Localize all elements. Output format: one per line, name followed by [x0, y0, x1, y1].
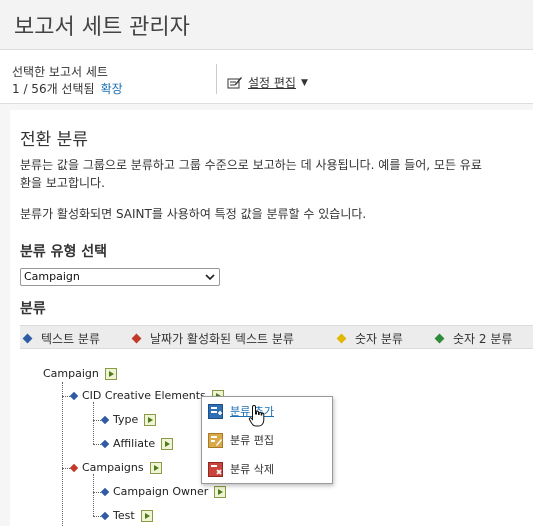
node-menu-arrow-icon[interactable]	[144, 413, 157, 426]
tree-node-label: Campaigns	[82, 461, 144, 474]
tree-connector	[62, 382, 63, 526]
tree-connector	[93, 444, 101, 445]
legend-numeric-classification: 숫자 분류	[336, 330, 403, 347]
edit-settings-button[interactable]: 설정 편집 ▼	[227, 74, 308, 91]
blue-diamond-icon	[22, 333, 33, 344]
blue-diamond-icon	[100, 487, 110, 496]
classification-type-value: Campaign	[24, 270, 80, 283]
tree-node: Campaigns	[69, 461, 162, 474]
tree-node-label: Campaign	[43, 367, 99, 380]
add-classification-icon	[208, 403, 223, 419]
tree-connector	[62, 468, 70, 469]
tree-node-label: Test	[113, 509, 135, 522]
node-menu-arrow-icon[interactable]	[104, 367, 117, 380]
blue-diamond-icon	[100, 415, 110, 424]
edit-settings-icon	[227, 77, 242, 89]
tree-node-label: CID Creative Elements	[82, 389, 206, 402]
description-line-1: 분류는 값을 그룹으로 분류하고 그룹 수준으로 보고하는 데 사용됩니다. 예…	[20, 158, 482, 172]
node-context-menu: 분류 추가 분류 편집 분류 삭제	[201, 396, 333, 484]
page-title: 보고서 세트 관리자	[14, 15, 190, 40]
expand-link[interactable]: 확장	[101, 82, 123, 96]
description-paragraph: 분류는 값을 그룹으로 분류하고 그룹 수준으로 보고하는 데 사용됩니다. 예…	[20, 156, 533, 192]
menu-item-label: 분류 삭제	[230, 463, 274, 476]
node-menu-arrow-icon[interactable]	[149, 461, 162, 474]
tree-connector	[62, 396, 70, 397]
node-menu-arrow-icon[interactable]	[140, 509, 153, 522]
tree-node-root: Campaign	[43, 367, 117, 380]
delete-classification-menu-item[interactable]: 분류 삭제	[208, 458, 328, 480]
legend-date-text-classification: 날짜가 활성화된 텍스트 분류	[131, 330, 294, 347]
edit-settings-label: 설정 편집	[248, 76, 296, 90]
selected-suites-label: 선택한 보고서 세트	[12, 65, 108, 79]
legend-label: 텍스트 분류	[41, 332, 101, 346]
add-classification-menu-item[interactable]: 분류 추가	[208, 400, 328, 422]
page-header: 보고서 세트 관리자	[0, 0, 533, 50]
legend-label: 날짜가 활성화된 텍스트 분류	[150, 332, 294, 346]
node-menu-arrow-icon[interactable]	[214, 485, 227, 498]
tree-node-label: Campaign Owner	[113, 485, 209, 498]
tree-node-label: Affiliate	[113, 437, 156, 450]
red-diamond-icon	[69, 463, 79, 472]
blue-diamond-icon	[100, 511, 110, 520]
blue-diamond-icon	[69, 391, 79, 400]
type-select-heading: 분류 유형 선택	[20, 244, 108, 260]
legend-text-classification: 텍스트 분류	[22, 330, 100, 347]
tree-connector	[93, 516, 101, 517]
tree-node: Affiliate	[100, 437, 174, 450]
classification-heading: 분류	[20, 301, 46, 317]
legend-label: 숫자 분류	[355, 332, 403, 346]
tree-node-label: Type	[113, 413, 139, 426]
blue-diamond-icon	[100, 439, 110, 448]
tree-connector	[93, 402, 94, 444]
delete-classification-icon	[208, 461, 223, 477]
selected-count: 1 / 56개 선택됨 확장	[12, 80, 123, 97]
legend-label: 숫자 2 분류	[453, 332, 513, 346]
chevron-down-icon: ▼	[300, 77, 308, 88]
divider	[216, 64, 217, 94]
tree-connector	[93, 492, 101, 493]
report-suite-selection-bar: 선택한 보고서 세트 1 / 56개 선택됨 확장 설정 편집 ▼	[0, 50, 533, 104]
tree-connector	[93, 474, 94, 516]
edit-classification-menu-item[interactable]: 분류 편집	[208, 429, 328, 451]
chevron-down-icon	[205, 274, 215, 281]
node-menu-arrow-icon[interactable]	[161, 437, 174, 450]
tree-node: Test	[100, 509, 153, 522]
hand-cursor-icon	[248, 404, 265, 427]
classification-type-select[interactable]: Campaign	[20, 268, 220, 286]
description-line-2: 환을 보고합니다.	[20, 176, 105, 190]
tree-node: Type	[100, 413, 157, 426]
section-title: 전환 분류	[20, 130, 88, 150]
edit-classification-icon	[208, 432, 223, 448]
classification-legend: 텍스트 분류 날짜가 활성화된 텍스트 분류 숫자 분류 숫자 2 분류	[20, 325, 533, 349]
tree-node: Campaign Owner	[100, 485, 227, 498]
menu-item-label: 분류 편집	[230, 434, 274, 447]
green-diamond-icon	[434, 333, 445, 344]
tree-connector	[93, 420, 101, 421]
saint-description: 분류가 활성화되면 SAINT를 사용하여 특정 값을 분류할 수 있습니다.	[20, 207, 367, 221]
red-diamond-icon	[131, 333, 142, 344]
legend-numeric2-classification: 숫자 2 분류	[434, 330, 512, 347]
yellow-diamond-icon	[336, 333, 347, 344]
selected-count-text: 1 / 56개 선택됨	[12, 82, 95, 96]
